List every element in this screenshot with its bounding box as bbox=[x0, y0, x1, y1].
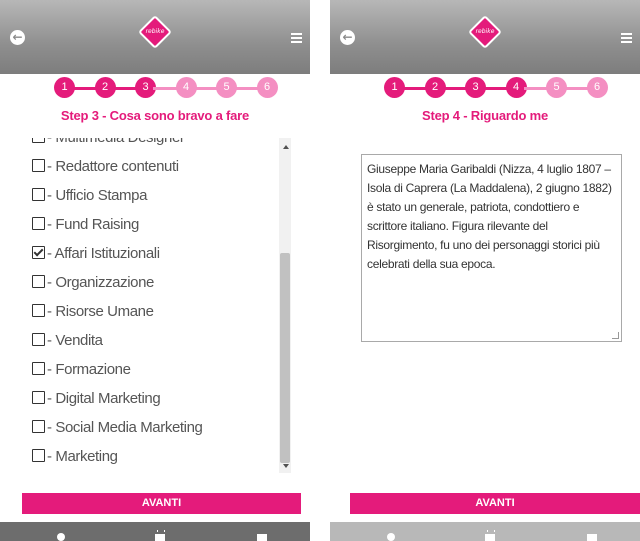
skill-option-label: - Ufficio Stampa bbox=[47, 187, 148, 204]
skill-option-label: - Organizzazione bbox=[47, 274, 154, 291]
skill-option[interactable]: - Fund Raising bbox=[32, 215, 139, 235]
scrollbar-thumb[interactable] bbox=[280, 253, 290, 463]
checkbox[interactable] bbox=[32, 449, 45, 462]
checkbox[interactable] bbox=[32, 138, 45, 143]
skill-option[interactable]: - Formazione bbox=[32, 360, 131, 380]
next-button[interactable]: AVANTI bbox=[350, 493, 640, 514]
about-me-text: Giuseppe Maria Garibaldi (Nizza, 4 lugli… bbox=[367, 162, 612, 271]
checkbox[interactable] bbox=[32, 362, 45, 375]
mail-icon[interactable] bbox=[587, 534, 597, 541]
step-connector bbox=[483, 87, 508, 90]
scroll-up-arrow-icon[interactable] bbox=[283, 145, 289, 149]
user-icon[interactable] bbox=[57, 533, 65, 541]
checkbox[interactable] bbox=[32, 304, 45, 317]
hamburger-menu-icon[interactable] bbox=[291, 33, 302, 45]
step-connector bbox=[72, 87, 97, 90]
scroll-down-arrow-icon[interactable] bbox=[283, 464, 289, 468]
checkbox[interactable] bbox=[32, 391, 45, 404]
left-screen: ← rebike 123456 Step 3 - Cosa sono bravo… bbox=[0, 0, 310, 541]
step-connector bbox=[442, 87, 467, 90]
logo-text: rebike bbox=[475, 28, 495, 35]
bottom-tab-bar bbox=[330, 522, 640, 541]
skill-option-label: - Redattore contenuti bbox=[47, 158, 179, 175]
checkbox[interactable] bbox=[32, 159, 45, 172]
bottom-tab-bar bbox=[0, 522, 310, 541]
skill-option-label: - Social Media Marketing bbox=[47, 419, 203, 436]
step-connector bbox=[402, 87, 427, 90]
skill-option[interactable]: - Social Media Marketing bbox=[32, 418, 203, 438]
skill-option[interactable]: - Risorse Umane bbox=[32, 302, 154, 322]
step-connector bbox=[523, 87, 548, 90]
logo-text: rebike bbox=[145, 28, 165, 35]
skill-option[interactable]: - Ufficio Stampa bbox=[32, 186, 147, 206]
checkbox-checked[interactable] bbox=[32, 246, 45, 259]
step-connector bbox=[153, 87, 178, 90]
back-arrow-icon[interactable]: ← bbox=[340, 30, 355, 45]
checkbox[interactable] bbox=[32, 333, 45, 346]
calendar-icon[interactable] bbox=[485, 530, 495, 541]
step-6-dot: 6 bbox=[586, 77, 608, 98]
skill-option-label: - Formazione bbox=[47, 361, 131, 378]
step-connector bbox=[564, 87, 589, 90]
step-title: Step 4 - Riguardo me bbox=[421, 108, 549, 123]
skill-option-label: - Digital Marketing bbox=[47, 390, 161, 407]
skill-option-label: - Marketing bbox=[47, 448, 118, 465]
calendar-icon[interactable] bbox=[155, 530, 165, 541]
skill-option-label: - Risorse Umane bbox=[47, 303, 154, 320]
hamburger-menu-icon[interactable] bbox=[621, 33, 632, 45]
checkbox[interactable] bbox=[32, 420, 45, 433]
skill-option-label: - Fund Raising bbox=[47, 216, 139, 233]
step-title: Step 3 - Cosa sono bravo a fare bbox=[60, 108, 250, 123]
skill-option[interactable]: - Affari Istituzionali bbox=[32, 244, 160, 264]
skill-option[interactable]: - Organizzazione bbox=[32, 273, 154, 293]
checkbox[interactable] bbox=[32, 275, 45, 288]
step-indicator: 123456 bbox=[0, 77, 310, 99]
skill-option-label: - Vendita bbox=[47, 332, 103, 349]
skill-option-label: - Multimedia Designer bbox=[47, 138, 185, 146]
right-screen: ← rebike 123456 Step 4 - Riguardo me Giu… bbox=[330, 0, 640, 541]
step-indicator: 123456 bbox=[330, 77, 640, 99]
top-bar: ← rebike bbox=[330, 0, 640, 74]
checkbox[interactable] bbox=[32, 217, 45, 230]
mail-icon[interactable] bbox=[257, 534, 267, 541]
back-arrow-icon[interactable]: ← bbox=[10, 30, 25, 45]
skill-option[interactable]: - Marketing bbox=[32, 447, 118, 467]
step-connector bbox=[112, 87, 137, 90]
about-me-textarea[interactable]: Giuseppe Maria Garibaldi (Nizza, 4 lugli… bbox=[361, 154, 622, 342]
top-bar: ← rebike bbox=[0, 0, 310, 74]
next-button[interactable]: AVANTI bbox=[22, 493, 301, 514]
step-connector bbox=[234, 87, 259, 90]
skill-option[interactable]: - Multimedia Designer bbox=[32, 138, 185, 148]
skill-option[interactable]: - Digital Marketing bbox=[32, 389, 161, 409]
skill-option[interactable]: - Redattore contenuti bbox=[32, 157, 179, 177]
skills-list: - Multimedia Designer - Redattore contenu… bbox=[0, 138, 294, 482]
skill-option[interactable]: - Vendita bbox=[32, 331, 103, 351]
checkbox[interactable] bbox=[32, 188, 45, 201]
skill-option-label: - Affari Istituzionali bbox=[47, 245, 160, 262]
user-icon[interactable] bbox=[387, 533, 395, 541]
step-6-dot: 6 bbox=[256, 77, 278, 98]
resize-handle-icon[interactable] bbox=[612, 332, 619, 339]
step-connector bbox=[193, 87, 218, 90]
